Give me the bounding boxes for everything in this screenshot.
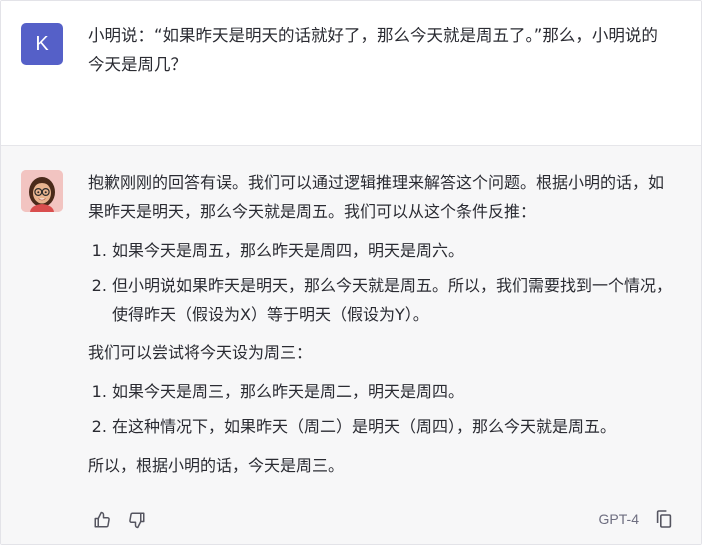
model-label: GPT-4 (598, 511, 639, 527)
thumbs-up-icon[interactable] (91, 509, 113, 531)
answer-intro: 抱歉刚刚的回答有误。我们可以通过逻辑推理来解答这个问题。根据小明的话，如果昨天是… (88, 173, 665, 221)
thumbs-down-icon[interactable] (126, 509, 148, 531)
user-avatar: K (21, 23, 63, 65)
copy-icon[interactable] (653, 508, 675, 530)
assistant-message-text: 抱歉刚刚的回答有误。我们可以通过逻辑推理来解答这个问题。根据小明的话，如果昨天是… (88, 168, 678, 480)
reasoning-list-2: 如果今天是周三，那么昨天是周二，明天是周四。 在这种情况下，如果昨天（周二）是明… (88, 377, 678, 441)
conversation-frame: K 小明说：“如果昨天是明天的话就好了，那么今天就是周五了。”那么，小明说的今天… (0, 0, 702, 545)
reasoning-list-1: 如果今天是周五，那么昨天是周四，明天是周六。 但小明说如果昨天是明天，那么今天就… (88, 236, 678, 329)
user-message-text: 小明说：“如果昨天是明天的话就好了，那么今天就是周五了。”那么，小明说的今天是周… (88, 26, 658, 74)
feedback-buttons (91, 509, 148, 531)
list-item: 如果今天是周五，那么昨天是周四，明天是周六。 (112, 236, 678, 265)
user-message-row: K 小明说：“如果昨天是明天的话就好了，那么今天就是周五了。”那么，小明说的今天… (1, 1, 701, 146)
message-meta: GPT-4 (599, 508, 675, 530)
answer-middle: 我们可以尝试将今天设为周三： (88, 343, 313, 362)
list-item: 但小明说如果昨天是明天，那么今天就是周五。所以，我们需要找到一个情况，使得昨天（… (112, 271, 678, 329)
assistant-avatar-icon (21, 170, 63, 212)
list-item: 如果今天是周三，那么昨天是周二，明天是周四。 (112, 377, 678, 406)
assistant-message-row: 抱歉刚刚的回答有误。我们可以通过逻辑推理来解答这个问题。根据小明的话，如果昨天是… (1, 146, 701, 544)
answer-conclusion: 所以，根据小明的话，今天是周三。 (88, 456, 345, 475)
list-item: 在这种情况下，如果昨天（周二）是明天（周四），那么今天就是周五。 (112, 412, 678, 441)
